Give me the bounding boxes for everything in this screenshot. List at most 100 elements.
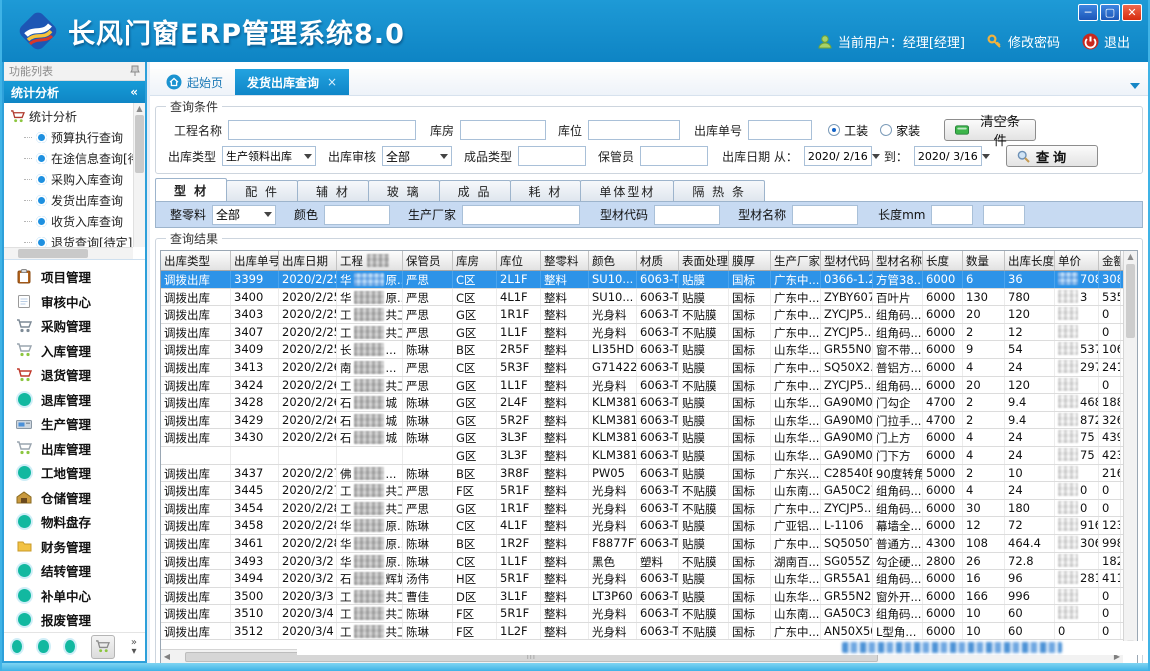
tree-vertical-scrollbar[interactable]: ▲ (133, 103, 145, 248)
table-row[interactable]: 调拨出库34282020/2/26石城陈琳G区2L4F整料KLM38176063… (161, 394, 1137, 412)
warehouse-input[interactable] (460, 120, 546, 140)
sidebar-item-物料盘存[interactable]: 物料盘存 (4, 509, 145, 534)
search-button[interactable]: 查 询 (1006, 145, 1098, 167)
table-row[interactable]: 调拨出库34072020/2/25工共工程严思G区1L1F整料光身料6063-T… (161, 324, 1137, 342)
material-tab-成品[interactable]: 成 品 (439, 180, 511, 201)
table-row[interactable]: 调拨出库34932020/3/2华原...陈琳C区1L1F整料黑色塑料不贴膜国标… (161, 553, 1137, 571)
table-row[interactable]: 调拨出库34092020/2/25长...陈琳B区2R5F整料LI35HD606… (161, 341, 1137, 359)
tab-list-dropdown-icon[interactable] (1130, 83, 1140, 89)
column-header-生产厂家[interactable]: 生产厂家 (771, 251, 821, 270)
tree-item[interactable]: 收货入库查询 (10, 211, 143, 232)
tab-shipping-outbound-query[interactable]: 发货出库查询 × (235, 69, 349, 95)
tree-item[interactable]: 在途信息查询[待 (10, 148, 143, 169)
column-header-型材代码[interactable]: 型材代码 (821, 251, 873, 270)
sidebar-item-采购管理[interactable]: 采购管理 (4, 313, 145, 338)
column-header-膜厚[interactable]: 膜厚 (729, 251, 771, 270)
material-tab-玻璃[interactable]: 玻 璃 (368, 180, 440, 201)
minimize-button[interactable]: ─ (1078, 4, 1098, 21)
tree-horizontal-scrollbar[interactable] (4, 247, 133, 259)
tab-home[interactable]: 起始页 (154, 69, 235, 95)
table-row[interactable]: 调拨出库33992020/2/25华原...严思C区2L1F整料SU10...6… (161, 271, 1137, 289)
length-to-input[interactable] (983, 205, 1025, 225)
sidebar-item-仓储管理[interactable]: 仓储管理 (4, 485, 145, 510)
keeper-input[interactable] (640, 146, 708, 166)
whole-part-select[interactable]: 全部 (212, 205, 276, 225)
tab-close-icon[interactable]: × (327, 75, 337, 89)
dot-icon[interactable] (65, 640, 75, 653)
material-tab-型材[interactable]: 型 材 (155, 178, 227, 201)
column-header-数量[interactable]: 数量 (963, 251, 1005, 270)
table-row[interactable]: 调拨出库35102020/3/4工共工程陈琳F区5R1F整料光身料6063-T5… (161, 605, 1137, 623)
sidebar-item-出库管理[interactable]: 出库管理 (4, 436, 145, 461)
material-tab-单体型材[interactable]: 单体型材 (580, 180, 674, 201)
sidebar-item-补单中心[interactable]: 补单中心 (4, 583, 145, 608)
profile-name-input[interactable] (792, 205, 858, 225)
tree-item[interactable]: 预算执行查询 (10, 127, 143, 148)
sidebar-item-报废管理[interactable]: 报废管理 (4, 607, 145, 632)
column-header-保管员[interactable]: 保管员 (403, 251, 453, 270)
column-header-颜色[interactable]: 颜色 (589, 251, 637, 270)
table-row[interactable]: 调拨出库34942020/3/2石辉城汤伟H区5R1F整料光身料6063-T5贴… (161, 570, 1137, 588)
material-tab-隔热条[interactable]: 隔 热 条 (673, 180, 765, 201)
column-header-库房[interactable]: 库房 (453, 251, 497, 270)
sidebar-item-入库管理[interactable]: 入库管理 (4, 338, 145, 363)
close-button[interactable]: ✕ (1122, 4, 1142, 21)
column-header-出库类型[interactable]: 出库类型 (161, 251, 231, 270)
tree-root[interactable]: 统计分析 (10, 107, 143, 127)
grid-vertical-scrollbar[interactable]: ▲ ▼ (1123, 251, 1137, 649)
tree-item[interactable]: 采购入库查询 (10, 169, 143, 190)
profile-code-input[interactable] (654, 205, 720, 225)
table-row[interactable]: G区3L3F整料KLM38176063-T5贴膜国标山东华...GA90M09.… (161, 447, 1137, 465)
location-input[interactable] (588, 120, 680, 140)
out-type-select[interactable]: 生产领料出库 (222, 146, 316, 166)
sidebar-item-结转管理[interactable]: 结转管理 (4, 558, 145, 583)
table-row[interactable]: 调拨出库34032020/2/25工共工程严思G区1R1F整料光身料6063-T… (161, 306, 1137, 324)
column-header-库位[interactable]: 库位 (497, 251, 541, 270)
project-name-input[interactable] (228, 120, 416, 140)
audit-select[interactable]: 全部 (382, 146, 452, 166)
table-row[interactable]: 调拨出库34242020/2/26工共工程严思G区1L1F整料光身料6063-T… (161, 377, 1137, 395)
order-no-input[interactable] (748, 120, 812, 140)
column-header-单价[interactable]: 单价 (1055, 251, 1099, 270)
column-header-材质[interactable]: 材质 (637, 251, 679, 270)
table-row[interactable]: 调拨出库34452020/2/27工共工程严思F区5R1F整料光身料6063-T… (161, 482, 1137, 500)
material-tab-耗材[interactable]: 耗 材 (510, 180, 582, 201)
color-input[interactable] (324, 205, 390, 225)
sidebar-item-审核中心[interactable]: 审核中心 (4, 289, 145, 314)
sidebar-item-生产管理[interactable]: 生产管理 (4, 411, 145, 436)
radio-gongzhuang[interactable]: 工装 (828, 122, 868, 139)
column-header-出库长度[interactable]: 出库长度 (1005, 251, 1055, 270)
sidebar-item-退货管理[interactable]: 退货管理 (4, 362, 145, 387)
table-row[interactable]: 调拨出库34132020/2/26南...严思C区5R3F整料G71422606… (161, 359, 1137, 377)
column-header-表面处理[interactable]: 表面处理 (679, 251, 729, 270)
change-password-button[interactable]: 修改密码 (987, 32, 1060, 51)
column-header-出库单号[interactable]: 出库单号 (231, 251, 279, 270)
pin-icon[interactable] (130, 65, 140, 77)
dot-icon[interactable] (38, 640, 48, 653)
table-row[interactable]: 调拨出库34542020/2/28工共工程严思G区1R1F整料光身料6063-T… (161, 500, 1137, 518)
section-header-statistics[interactable]: 统计分析 « (4, 81, 145, 102)
sidebar-item-工地管理[interactable]: 工地管理 (4, 460, 145, 485)
table-row[interactable]: 调拨出库34002020/2/25华原...严思C区4L1F整料SU10...6… (161, 289, 1137, 307)
collapse-icon[interactable]: « (130, 85, 138, 99)
length-from-input[interactable] (931, 205, 973, 225)
column-header-型材名称[interactable]: 型材名称 (873, 251, 923, 270)
material-tab-配件[interactable]: 配 件 (226, 180, 298, 201)
table-row[interactable]: 调拨出库34292020/2/26石城陈琳G区5R2F整料KLM38176063… (161, 412, 1137, 430)
date-from-select[interactable]: 2020/ 2/16 (804, 146, 872, 166)
sidebar-item-退库管理[interactable]: 退库管理 (4, 387, 145, 412)
sidebar-item-项目管理[interactable]: 项目管理 (4, 264, 145, 289)
column-header-长度[interactable]: 长度 (923, 251, 963, 270)
table-row[interactable]: 调拨出库35002020/3/3工共工程曹佳D区3L1F整料LT3P606063… (161, 588, 1137, 606)
overflow-chevron[interactable]: »▾ (131, 638, 137, 656)
dot-icon[interactable] (12, 640, 22, 653)
date-to-select[interactable]: 2020/ 3/16 (914, 146, 982, 166)
radio-jiazhuang[interactable]: 家装 (880, 122, 920, 139)
logout-button[interactable]: 退出 (1082, 32, 1130, 51)
clear-conditions-button[interactable]: 清空条件 (944, 119, 1036, 141)
maximize-button[interactable]: ▢ (1100, 4, 1120, 21)
tree-item[interactable]: 发货出库查询 (10, 190, 143, 211)
column-header-出库日期[interactable]: 出库日期 (279, 251, 337, 270)
table-row[interactable]: 调拨出库34372020/2/27佛...陈琳B区3R8F整料PW056063-… (161, 465, 1137, 483)
product-type-input[interactable] (518, 146, 586, 166)
